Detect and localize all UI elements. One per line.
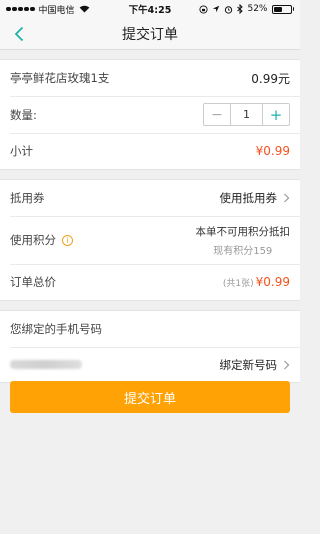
points-label: 使用积分 [10, 233, 56, 247]
points-note: 本单不可用积分抵扣 [195, 225, 291, 238]
status-bar: 中国电信 下午4:25 52% [0, 0, 300, 18]
subtotal-value: ¥0.99 [255, 144, 290, 158]
quantity-value[interactable]: 1 [230, 104, 263, 125]
product-name: 亭亭鲜花店玫瑰1支 [10, 71, 110, 85]
bind-new-number-link[interactable]: 绑定新号码 [220, 357, 278, 373]
coupon-row[interactable]: 抵用券 使用抵用券 [0, 180, 300, 216]
nav-bar: 提交订单 [0, 18, 300, 50]
phone-header: 您绑定的手机号码 [10, 322, 102, 336]
product-row: 亭亭鲜花店玫瑰1支 0.99元 [0, 60, 300, 96]
points-row: 使用积分 i 本单不可用积分抵扣 现有积分159 [0, 216, 300, 264]
phone-header-row: 您绑定的手机号码 [0, 311, 300, 347]
quantity-label: 数量: [10, 107, 37, 122]
quantity-row: 数量: − 1 + [0, 96, 300, 133]
phone-section: 您绑定的手机号码 绑定新号码 [0, 310, 300, 383]
back-button[interactable] [6, 21, 32, 47]
info-icon[interactable]: i [62, 234, 73, 246]
submit-order-button[interactable]: 提交订单 [10, 381, 290, 413]
ticket-count: (共1张) [222, 278, 254, 289]
phone-row[interactable]: 绑定新号码 [0, 347, 300, 382]
status-time: 下午4:25 [128, 5, 172, 16]
points-balance: 现有积分159 [213, 245, 273, 257]
product-price: 0.99元 [251, 71, 290, 86]
use-coupon-link[interactable]: 使用抵用券 [220, 190, 278, 206]
total-label: 订单总价 [10, 275, 56, 289]
subtotal-label: 小计 [10, 144, 33, 158]
chevron-left-icon [14, 26, 24, 42]
payment-section: 抵用券 使用抵用券 使用积分 i 本单不可用积分抵扣 现有积分159 订单总价 … [0, 179, 300, 301]
total-value: ¥0.99 [255, 275, 290, 289]
coupon-label: 抵用券 [10, 191, 45, 205]
order-items-section: 亭亭鲜花店玫瑰1支 0.99元 数量: − 1 + 小计 ¥0.99 [0, 59, 300, 170]
increase-quantity-button[interactable]: + [263, 104, 289, 125]
decrease-quantity-button[interactable]: − [204, 104, 230, 125]
chevron-right-icon [284, 360, 290, 369]
page-title: 提交订单 [122, 26, 178, 43]
total-row: 订单总价 (共1张) ¥0.99 [0, 264, 300, 300]
quantity-stepper[interactable]: − 1 + [203, 103, 290, 126]
chevron-right-icon [284, 193, 290, 203]
blurred-phone-number [10, 360, 82, 369]
subtotal-row: 小计 ¥0.99 [0, 133, 300, 169]
